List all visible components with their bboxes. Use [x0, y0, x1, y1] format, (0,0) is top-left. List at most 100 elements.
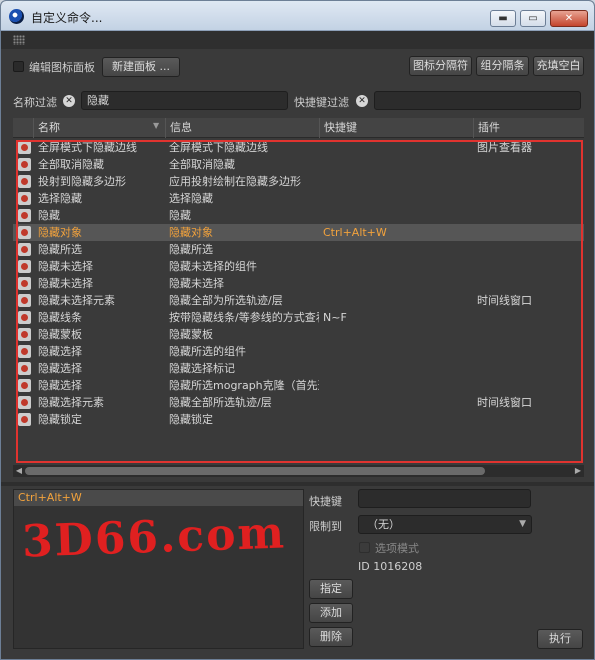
cell-name: 隐藏未选择 — [38, 260, 93, 273]
table-row[interactable]: 隐藏选择 隐藏选择标记 — [13, 360, 584, 377]
column-header-name[interactable]: 名称 — [33, 118, 165, 138]
edit-icon-panel-checkbox[interactable] — [13, 61, 24, 72]
fill-blank-button[interactable]: 充填空白 — [533, 56, 584, 76]
restrict-to-value: （无） — [367, 518, 400, 531]
table-row[interactable]: 隐藏线条 按带隐藏线条/等参线的方式查看 N~F — [13, 309, 584, 326]
chevron-down-icon: ▼ — [519, 519, 526, 529]
watermark-text: 3D66.com — [21, 507, 287, 568]
close-button[interactable]: ✕ — [550, 10, 588, 27]
table-header: 名称 ▼ 信息 快捷键 插件 — [13, 118, 584, 138]
command-id-text: ID 1016208 — [358, 560, 423, 573]
cell-info: 隐藏全部为所选轨迹/层 — [169, 294, 283, 307]
table-row[interactable]: 隐藏选择元素 隐藏全部所选轨迹/层 时间线窗口 — [13, 394, 584, 411]
table-row[interactable]: 全部取消隐藏 全部取消隐藏 — [13, 156, 584, 173]
cell-info: 全屏模式下隐藏边线 — [169, 141, 268, 154]
cell-info: 隐藏未选择 — [169, 277, 224, 290]
shortcut-filter-label: 快捷键过滤 — [294, 96, 349, 109]
cell-info: 隐藏蒙板 — [169, 328, 213, 341]
cell-plugin: 图片查看器 — [477, 141, 532, 154]
cell-shortcut: Ctrl+Alt+W — [323, 226, 387, 239]
table-row[interactable]: 隐藏对象 隐藏对象 Ctrl+Alt+W — [13, 224, 584, 241]
execute-button[interactable]: 执行 — [537, 629, 583, 649]
table-row[interactable]: 全屏模式下隐藏边线 全屏模式下隐藏边线 图片查看器 — [13, 139, 584, 156]
table-row[interactable]: 隐藏 隐藏 — [13, 207, 584, 224]
command-icon — [18, 243, 31, 256]
cell-name: 全屏模式下隐藏边线 — [38, 141, 137, 154]
option-mode-label: 选项模式 — [375, 542, 419, 555]
horizontal-scrollbar[interactable]: ◀ ▶ — [13, 465, 584, 477]
name-filter-input[interactable]: 隐藏 — [81, 91, 288, 110]
table-row[interactable]: 隐藏未选择 隐藏未选择 — [13, 275, 584, 292]
cell-info: 应用投射绘制在隐藏多边形 — [169, 175, 301, 188]
table-row[interactable]: 隐藏锁定 隐藏锁定 — [13, 411, 584, 428]
pane-divider[interactable] — [1, 482, 594, 486]
cell-name: 隐藏蒙板 — [38, 328, 82, 341]
add-button[interactable]: 添加 — [309, 603, 353, 623]
shortcut-filter-input[interactable] — [374, 91, 581, 110]
shortcut-label: 快捷键 — [309, 495, 342, 508]
table-row[interactable]: 隐藏未选择 隐藏未选择的组件 — [13, 258, 584, 275]
sort-arrow-icon: ▼ — [153, 121, 160, 130]
cell-info: 隐藏锁定 — [169, 413, 213, 426]
column-header-info[interactable]: 信息 — [165, 118, 319, 138]
cinema4d-app-icon — [9, 9, 24, 24]
delete-button[interactable]: 删除 — [309, 627, 353, 647]
clear-shortcut-filter-icon[interactable]: ✕ — [356, 95, 368, 107]
cell-name: 全部取消隐藏 — [38, 158, 104, 171]
cell-name: 隐藏对象 — [38, 226, 82, 239]
panel-header-strip — [1, 31, 594, 49]
option-mode-checkbox[interactable] — [359, 542, 370, 553]
group-separator-button[interactable]: 组分隔条 — [476, 56, 529, 76]
cell-name: 隐藏选择 — [38, 379, 82, 392]
cell-name: 隐藏所选 — [38, 243, 82, 256]
table-row[interactable]: 隐藏蒙板 隐藏蒙板 — [13, 326, 584, 343]
shortcut-list-item[interactable]: Ctrl+Alt+W — [14, 490, 303, 506]
cell-info: 按带隐藏线条/等参线的方式查看 — [169, 311, 319, 324]
command-icon — [18, 141, 31, 154]
cell-name: 隐藏未选择元素 — [38, 294, 115, 307]
cell-name: 隐藏选择 — [38, 362, 82, 375]
restrict-to-select[interactable]: （无） ▼ — [358, 515, 532, 534]
cell-info: 隐藏所选mograph克隆（首先选择 — [169, 379, 319, 392]
shortcut-input[interactable] — [358, 489, 531, 508]
column-header-plugin[interactable]: 插件 — [473, 118, 584, 138]
name-filter-label: 名称过滤 — [13, 96, 57, 109]
minimize-button[interactable]: ▬ — [490, 10, 516, 27]
cell-info: 全部取消隐藏 — [169, 158, 235, 171]
command-list: 名称 ▼ 信息 快捷键 插件 全屏模式下隐藏边线 全屏模式下隐藏边线 图片查看器全部… — [13, 118, 584, 478]
scroll-right-icon[interactable]: ▶ — [572, 465, 584, 477]
icon-separator-button[interactable]: 图标分隔符 — [409, 56, 472, 76]
table-row[interactable]: 投射到隐藏多边形 应用投射绘制在隐藏多边形 — [13, 173, 584, 190]
table-body: 全屏模式下隐藏边线 全屏模式下隐藏边线 图片查看器全部取消隐藏 全部取消隐藏投射到隐藏… — [13, 139, 584, 428]
column-header-shortcut[interactable]: 快捷键 — [319, 118, 473, 138]
cell-plugin: 时间线窗口 — [477, 396, 532, 409]
command-icon — [18, 379, 31, 392]
command-icon — [18, 362, 31, 375]
table-row[interactable]: 选择隐藏 选择隐藏 — [13, 190, 584, 207]
scrollbar-thumb[interactable] — [25, 467, 485, 475]
cell-name: 隐藏选择 — [38, 345, 82, 358]
command-icon — [18, 175, 31, 188]
table-row[interactable]: 隐藏未选择元素 隐藏全部为所选轨迹/层 时间线窗口 — [13, 292, 584, 309]
restrict-to-label: 限制到 — [309, 520, 342, 533]
maximize-button[interactable]: ▭ — [520, 10, 546, 27]
cell-name: 选择隐藏 — [38, 192, 82, 205]
table-row[interactable]: 隐藏选择 隐藏所选的组件 — [13, 343, 584, 360]
table-row[interactable]: 隐藏所选 隐藏所选 — [13, 241, 584, 258]
panel-grip-icon[interactable] — [13, 35, 25, 45]
command-icon — [18, 311, 31, 324]
title-bar[interactable]: 自定义命令... ▬ ▭ ✕ — [1, 1, 594, 31]
scroll-left-icon[interactable]: ◀ — [13, 465, 25, 477]
clear-name-filter-icon[interactable]: ✕ — [63, 95, 75, 107]
assign-button[interactable]: 指定 — [309, 579, 353, 599]
command-icon — [18, 328, 31, 341]
shortcut-list: Ctrl+Alt+W 3D66.com — [13, 489, 304, 649]
cell-info: 选择隐藏 — [169, 192, 213, 205]
table-row[interactable]: 隐藏选择 隐藏所选mograph克隆（首先选择 — [13, 377, 584, 394]
cell-name: 隐藏锁定 — [38, 413, 82, 426]
command-icon — [18, 413, 31, 426]
cell-name: 隐藏选择元素 — [38, 396, 104, 409]
command-icon — [18, 345, 31, 358]
new-panel-button[interactable]: 新建面板 ... — [102, 57, 180, 77]
command-icon — [18, 192, 31, 205]
